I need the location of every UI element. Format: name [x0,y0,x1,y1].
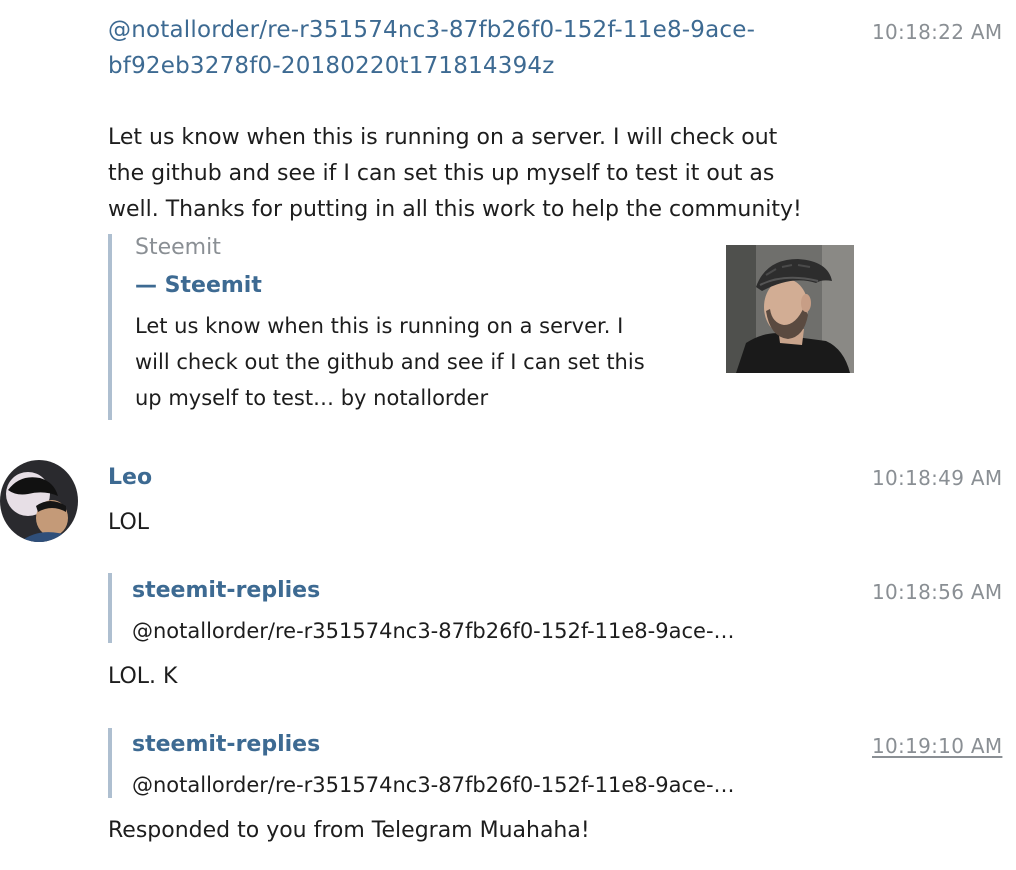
reply-bar [108,573,112,643]
preview-description: Let us know when this is running on a se… [135,308,715,416]
timestamp: 10:18:49 AM [872,466,1003,490]
reply-snippet[interactable]: @notallorder/re-r351574nc3-87fb26f0-152f… [132,773,735,797]
preview-site-name: Steemit [135,235,221,260]
message-text-line: Let us know when this is running on a se… [108,125,778,150]
reply-author[interactable]: steemit-replies [132,732,320,757]
timestamp[interactable]: 10:19:10 AM [872,734,1002,758]
avatar-image [0,460,78,542]
preview-thumbnail[interactable] [726,245,854,373]
timestamp: 10:18:22 AM [872,20,1003,44]
preview-author[interactable]: — Steemit [135,273,262,298]
message-text: Let us know when this is running on a se… [108,120,868,228]
reply-bar [108,728,112,798]
message-text: LOL [108,510,150,535]
preview-bar [108,234,112,420]
preview-description-line: up myself to test… by notallorder [135,386,489,410]
reply-snippet[interactable]: @notallorder/re-r351574nc3-87fb26f0-152f… [132,619,735,643]
sender-name[interactable]: Leo [108,465,152,490]
message-text: Responded to you from Telegram Muahaha! [108,818,590,843]
message-text-line: well. Thanks for putting in all this wor… [108,197,802,222]
reply-author[interactable]: steemit-replies [132,578,320,603]
timestamp: 10:18:56 AM [872,580,1003,604]
message-text-line: the github and see if I can set this up … [108,161,775,186]
message-link[interactable]: @notallorder/re-r351574nc3-87fb26f0-152f… [108,12,848,84]
preview-thumbnail-image [726,245,854,373]
preview-description-line: will check out the github and see if I c… [135,350,645,374]
message-text: LOL. K [108,664,178,689]
message-link-line1[interactable]: @notallorder/re-r351574nc3-87fb26f0-152f… [108,12,848,48]
message-link-line2[interactable]: bf92eb3278f0-20180220t171814394z [108,48,848,84]
avatar[interactable] [0,460,78,542]
preview-description-line: Let us know when this is running on a se… [135,314,624,338]
